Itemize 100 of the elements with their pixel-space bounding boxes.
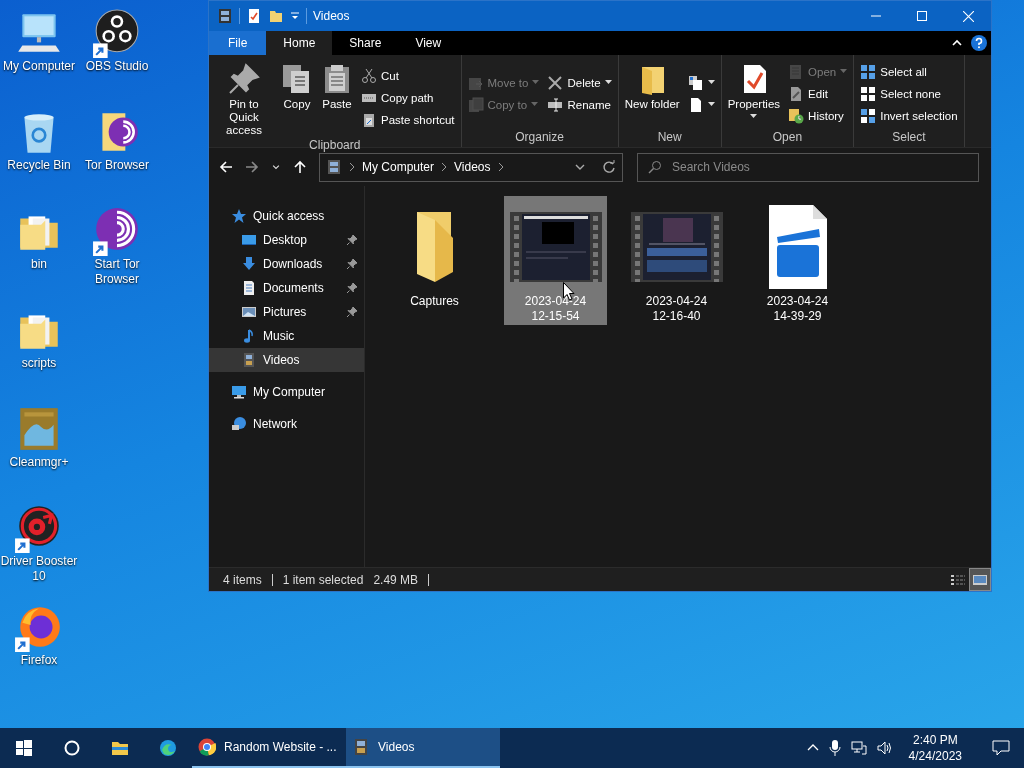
folder-icon [111, 739, 129, 757]
ribbon-button[interactable]: Paste [318, 58, 356, 111]
circle-icon [63, 739, 81, 757]
new-item-icon [687, 74, 704, 91]
taskbar-button[interactable]: Videos [346, 728, 500, 768]
search-input[interactable]: Search Videos [670, 159, 968, 175]
large-icons-view-button[interactable] [969, 568, 991, 591]
folder-icon[interactable] [268, 8, 284, 24]
ribbon-button[interactable]: Properties [724, 58, 784, 119]
refresh-icon[interactable] [602, 160, 616, 174]
nav-label: Documents [263, 281, 324, 295]
nav-item[interactable]: Videos [209, 348, 364, 372]
ribbon-button[interactable]: Delete [544, 71, 615, 94]
video-file-icon [768, 205, 827, 289]
ribbon-tab[interactable]: View [398, 31, 459, 55]
caret-icon [604, 80, 612, 85]
ribbon-button[interactable]: Cut [358, 64, 458, 87]
caret-icon [707, 102, 715, 107]
ribbon-button[interactable]: Rename [544, 93, 615, 116]
icon-label[interactable]: Firefox [20, 653, 58, 668]
icon-label[interactable]: OBS Studio [85, 59, 149, 74]
caret-icon [532, 80, 540, 85]
ribbon-tab[interactable]: Share [332, 31, 399, 55]
ribbon-button[interactable]: Copy [278, 58, 316, 111]
nav-item[interactable]: Network [209, 412, 364, 436]
ribbon-button[interactable]: Paste shortcut [358, 108, 458, 131]
pin-icon[interactable] [346, 258, 358, 270]
desktop-icon [241, 232, 257, 248]
rename-icon [547, 96, 564, 113]
selection-count: 1 item selected [282, 572, 365, 587]
ribbon-button[interactable]: Select all [857, 60, 961, 83]
star-icon [231, 208, 247, 224]
pin-icon[interactable] [346, 282, 358, 294]
search-field[interactable]: Search Videos [637, 152, 979, 182]
file-item[interactable]: 2023-04-24 12-15-54 [504, 196, 607, 325]
checklist-icon[interactable] [246, 8, 262, 24]
icon-label[interactable]: Driver Booster 10 [0, 554, 78, 584]
history-icon [788, 107, 805, 124]
group-label: Organize [514, 129, 565, 146]
ribbon-button[interactable]: Select none [857, 82, 961, 105]
nav-label: Quick access [253, 209, 325, 223]
file-menu-tab[interactable]: File [209, 31, 267, 55]
icon-label[interactable]: bin [31, 257, 47, 272]
icon-label[interactable]: Tor Browser [85, 158, 149, 173]
select-none-icon [860, 85, 877, 102]
nav-item[interactable]: Documents [209, 276, 364, 300]
nav-label: Downloads [263, 257, 323, 271]
breadcrumb-item[interactable]: Videos [454, 160, 491, 174]
group-label: Open [771, 129, 804, 146]
download-arrow-icon [241, 256, 257, 272]
nav-item[interactable]: Desktop [209, 228, 364, 252]
file-item[interactable]: 2023-04-24 12-16-40 [625, 196, 728, 325]
help-icon[interactable] [971, 35, 987, 51]
nav-item[interactable]: Pictures [209, 300, 364, 324]
file-item[interactable]: 2023-04-24 14-39-29 [746, 196, 849, 325]
speaker-icon[interactable] [876, 740, 893, 756]
clipboard-icon [361, 111, 377, 128]
caret-icon [840, 69, 848, 74]
caret-icon [707, 80, 715, 85]
nav-item[interactable]: Downloads [209, 252, 364, 276]
nav-item[interactable]: Quick access [209, 204, 364, 228]
microphone-icon[interactable] [828, 740, 841, 756]
pin-icon[interactable] [346, 234, 358, 246]
ribbon-button[interactable]: Copy path [358, 86, 458, 109]
computer-icon [231, 384, 247, 400]
maximize-icon [917, 11, 927, 21]
ribbon-button[interactable]: History [785, 104, 851, 127]
file-name: 2023-04-24 12-16-40 [644, 294, 709, 324]
ribbon-button[interactable]: Edit [785, 82, 851, 105]
nav-item[interactable]: Music [209, 324, 364, 348]
icon-label[interactable]: Start Tor Browser [78, 257, 156, 287]
icon-label[interactable]: My Computer [3, 59, 75, 74]
network-icon[interactable] [850, 740, 867, 756]
ribbon-button[interactable]: New folder [621, 58, 683, 111]
ribbon-button[interactable]: Invert selection [857, 104, 961, 127]
icon-label[interactable]: scripts [21, 356, 57, 371]
breadcrumb-item[interactable]: My Computer [362, 160, 435, 174]
file-name: 2023-04-24 14-39-29 [765, 294, 830, 324]
invert-selection-icon [860, 107, 877, 124]
clock[interactable]: 2:40 PM 4/24/2023 [902, 732, 968, 764]
delete-x-icon [547, 74, 564, 91]
file-name: Captures [409, 294, 460, 309]
icon-label[interactable]: Recycle Bin [7, 158, 71, 173]
item-count: 4 items [223, 573, 273, 586]
nav-item[interactable]: My Computer [209, 380, 364, 404]
nav-label: Music [263, 329, 295, 343]
group-label: Clipboard [308, 137, 362, 153]
notifications-icon[interactable] [992, 740, 1010, 756]
pin-icon[interactable] [346, 306, 358, 318]
folder-copy-icon [467, 96, 484, 113]
chevron-right-icon [440, 162, 449, 172]
ribbon-button[interactable]: Pin to Quick access [212, 58, 276, 137]
scissors-icon [361, 67, 377, 84]
file-item[interactable]: Captures [383, 196, 486, 325]
address-bar[interactable]: My Computer Videos [319, 152, 623, 182]
selection-size: 2.49 MB [373, 573, 430, 586]
film-icon[interactable] [217, 8, 233, 24]
wave-globe-icon [159, 739, 177, 757]
ribbon-tab[interactable]: Home [266, 31, 333, 55]
icon-label[interactable]: Cleanmgr+ [9, 455, 69, 470]
